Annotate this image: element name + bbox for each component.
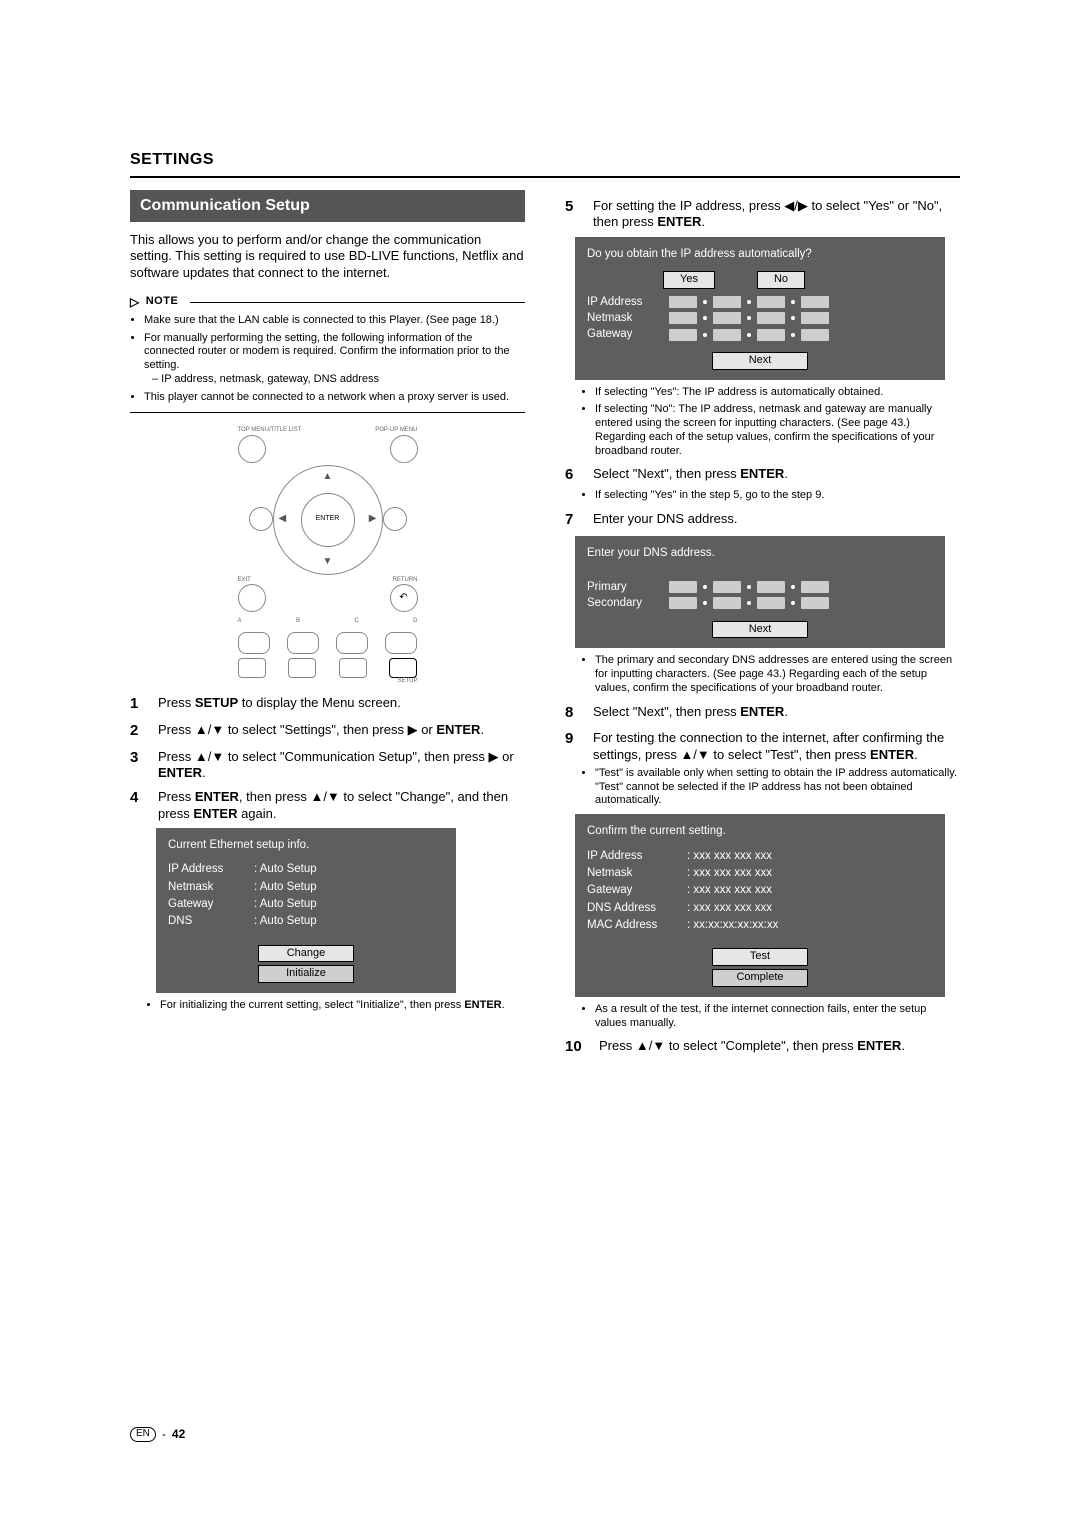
next-button[interactable]: Next [712, 352, 808, 370]
page-number: 42 [172, 1427, 185, 1442]
note-heading: NOTE [130, 295, 525, 310]
left-column: Communication Setup This allows you to p… [130, 190, 525, 1061]
no-button[interactable]: No [757, 271, 805, 289]
remote-button [238, 435, 266, 463]
page: SETTINGS Communication Setup This allows… [0, 0, 1080, 1524]
remote-diagram: TOP MENU/TITLE LIST POP-UP MENU ▲▼◀▶ ENT… [238, 427, 418, 685]
remote-label-return: RETURN [393, 577, 418, 585]
sub-bullets: If selecting "Yes": The IP address is au… [595, 386, 960, 459]
ip-auto-panel: Do you obtain the IP address automatical… [575, 237, 945, 380]
columns: Communication Setup This allows you to p… [130, 190, 960, 1061]
dns-panel: Enter your DNS address. Primary Secondar… [575, 536, 945, 649]
note-end-line [130, 412, 525, 413]
step-1: 1 Press SETUP to display the Menu screen… [130, 695, 525, 714]
change-button[interactable]: Change [258, 945, 354, 963]
note-list: Make sure that the LAN cable is connecte… [144, 314, 525, 405]
next-button[interactable]: Next [712, 621, 808, 639]
kv-row: IP Address: Auto Setup [168, 862, 444, 876]
step-5: 5 For setting the IP address, press ◀/▶ … [565, 198, 960, 231]
step-6: 6 Select "Next", then press ENTER. [565, 466, 960, 485]
ip-row: Gateway [587, 327, 933, 341]
rule [130, 176, 960, 178]
ip-row: IP Address [587, 295, 933, 309]
remote-button [383, 507, 407, 531]
step-9: 9 For testing the connection to the inte… [565, 730, 960, 763]
step-2: 2 Press ▲/▼ to select "Settings", then p… [130, 722, 525, 741]
intro-paragraph: This allows you to perform and/or change… [130, 232, 525, 281]
step-8: 8 Select "Next", then press ENTER. [565, 704, 960, 723]
ip-row: Netmask [587, 311, 933, 325]
confirm-panel: Confirm the current setting. IP Address:… [575, 814, 945, 997]
dpad: ▲▼◀▶ ENTER [273, 465, 383, 575]
complete-button[interactable]: Complete [712, 969, 808, 987]
sub-bullets: For initializing the current setting, se… [160, 999, 525, 1013]
subsection-band: Communication Setup [130, 190, 525, 222]
step-10: 10 Press ▲/▼ to select "Complete", then … [565, 1038, 960, 1057]
remote-button [390, 435, 418, 463]
remote-button [238, 584, 266, 612]
test-button[interactable]: Test [712, 948, 808, 966]
panel-title: Current Ethernet setup info. [168, 838, 444, 852]
kv-row: Gateway: Auto Setup [168, 897, 444, 911]
remote-label-top-right: POP-UP MENU [375, 427, 417, 435]
note-item: For manually performing the setting, the… [144, 332, 525, 387]
return-icon: ↶ [390, 584, 418, 612]
remote-label-setup: SETUP [397, 678, 417, 684]
note-item: This player cannot be connected to a net… [144, 391, 525, 405]
remote-label-exit: EXIT [238, 577, 251, 585]
yes-button[interactable]: Yes [663, 271, 715, 289]
step-3: 3 Press ▲/▼ to select "Communication Set… [130, 749, 525, 782]
note-block: NOTE Make sure that the LAN cable is con… [130, 295, 525, 414]
initialize-button[interactable]: Initialize [258, 965, 354, 983]
setup-button-highlight [389, 658, 417, 678]
section-title: SETTINGS [130, 150, 960, 170]
remote-label-top-left: TOP MENU/TITLE LIST [238, 427, 302, 435]
kv-row: DNS: Auto Setup [168, 914, 444, 928]
panel-title: Do you obtain the IP address automatical… [587, 247, 933, 261]
page-footer: EN - 42 [130, 1427, 185, 1442]
step-7: 7 Enter your DNS address. [565, 511, 960, 530]
right-column: 5 For setting the IP address, press ◀/▶ … [565, 190, 960, 1061]
note-line [190, 302, 525, 303]
kv-row: Netmask: Auto Setup [168, 880, 444, 894]
remote-button [249, 507, 273, 531]
ethernet-info-panel: Current Ethernet setup info. IP Address:… [156, 828, 456, 993]
step-4: 4 Press ENTER, then press ▲/▼ to select … [130, 789, 525, 822]
lang-badge: EN [130, 1427, 156, 1442]
note-label: NOTE [146, 295, 179, 309]
enter-button: ENTER [301, 493, 355, 547]
note-item: Make sure that the LAN cable is connecte… [144, 314, 525, 328]
